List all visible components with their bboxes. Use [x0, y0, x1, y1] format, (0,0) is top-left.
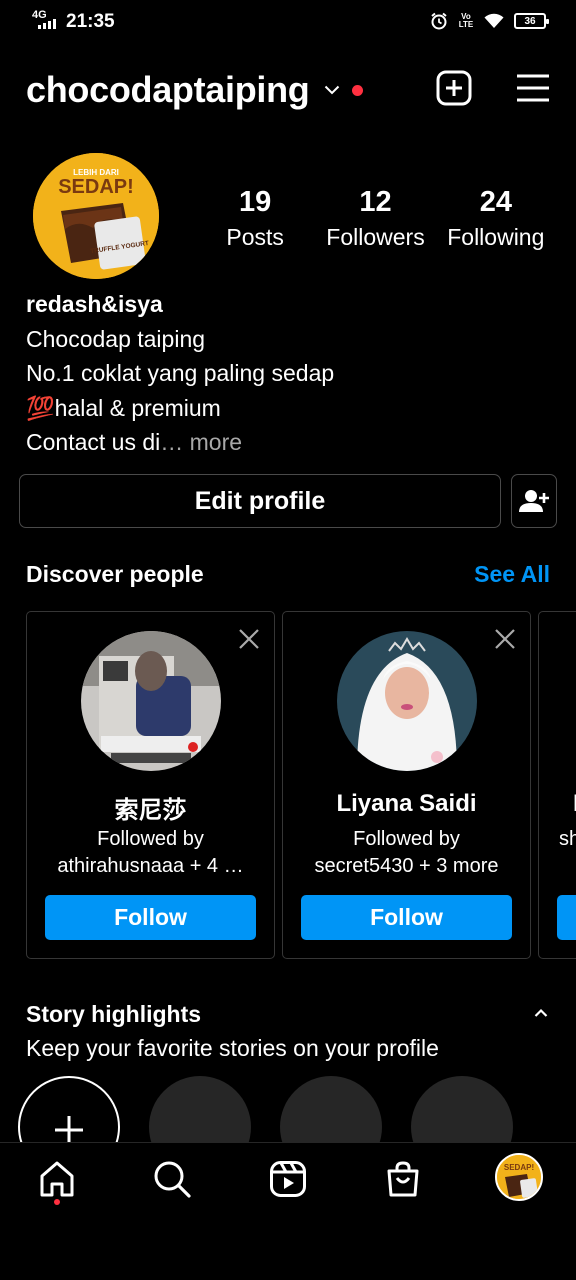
display-name: redash&isya — [26, 291, 163, 317]
close-icon[interactable] — [238, 628, 260, 655]
bottom-navigation — [0, 1142, 576, 1220]
profile-actions: Edit profile — [19, 474, 557, 528]
highlight-placeholder — [411, 1076, 513, 1142]
menu-icon[interactable] — [516, 73, 550, 108]
highlights-subtitle: Keep your favorite stories on your profi… — [26, 1035, 439, 1061]
edit-profile-button[interactable]: Edit profile — [19, 474, 501, 528]
stat-label: Posts — [226, 224, 284, 250]
stat-following[interactable]: 24 Following — [436, 184, 556, 254]
suggestion-mutuals: Followed by secret5430 + 3 more — [291, 826, 522, 880]
suggestion-name[interactable]: Liyana Saidi — [283, 790, 530, 818]
avatar-text-main: SEDAP! — [58, 176, 134, 198]
highlights-row — [18, 1076, 576, 1142]
suggestion-avatar[interactable] — [337, 631, 477, 771]
stat-value: 19 — [239, 186, 272, 218]
profile-header: chocodaptaiping — [26, 60, 550, 120]
follow-button[interactable] — [557, 895, 576, 940]
highlight-placeholder — [149, 1076, 251, 1142]
stat-label: Followers — [326, 224, 425, 250]
suggestion-name[interactable]: 索尼莎 — [27, 790, 274, 825]
story-highlights-header[interactable]: Story highlights Keep your favorite stor… — [26, 999, 550, 1065]
stat-value: 24 — [479, 186, 512, 218]
close-icon[interactable] — [494, 628, 516, 655]
shop-icon[interactable] — [383, 1159, 423, 1199]
profile-avatar[interactable]: SEDAP! — [495, 1153, 543, 1201]
bio-line: Chocodap taiping — [26, 325, 206, 352]
highlight-placeholder — [280, 1076, 382, 1142]
highlights-title: Story highlights — [26, 1001, 202, 1027]
reels-icon[interactable] — [268, 1159, 308, 1199]
suggested-people-carousel[interactable]: 索尼莎 Followed by athirahusnaaa + 4 … Foll… — [26, 611, 576, 959]
followed-by-users: sh — [559, 828, 576, 850]
followed-by-users: athirahusnaaa + 4 … — [57, 855, 244, 877]
create-post-icon[interactable] — [436, 70, 472, 111]
stat-label: Following — [447, 224, 545, 250]
alarm-icon — [431, 12, 447, 30]
discover-title: Discover people — [26, 561, 204, 587]
volte-icon: Vo LTE — [458, 12, 474, 29]
stat-value: 12 — [359, 186, 392, 218]
new-highlight-button[interactable] — [18, 1076, 120, 1142]
profile-avatar-large[interactable]: LEBIH DARI SEDAP! TRUFFLE YOGURT — [33, 153, 159, 279]
suggestion-card: I sh — [538, 611, 576, 959]
bio-line: 💯halal & premium — [26, 394, 221, 421]
battery-icon: 36 — [514, 13, 549, 29]
see-all-link[interactable]: See All — [474, 561, 550, 588]
bio-ellipsis: … — [160, 429, 184, 455]
profile-stats: 19 Posts 12 Followers 24 Following — [195, 184, 556, 254]
chevron-up-icon[interactable] — [534, 1005, 548, 1023]
home-icon[interactable] — [37, 1159, 77, 1199]
followed-by-label: Followed by — [97, 828, 204, 850]
suggestion-mutuals: sh — [559, 826, 576, 853]
profile-bio: redash&isya Chocodap taiping No.1 coklat… — [26, 287, 334, 460]
nav-avatar-text: SEDAP! — [504, 1163, 534, 1172]
bio-line-truncated: Contact us di… more — [26, 425, 334, 460]
bio-line: No.1 coklat yang paling sedap — [26, 360, 335, 386]
status-bar: 4G 21:35 Vo LTE 36 — [0, 0, 576, 44]
status-time: 21:35 — [66, 11, 115, 32]
search-icon[interactable] — [152, 1159, 192, 1199]
stat-followers[interactable]: 12 Followers — [315, 184, 435, 254]
followed-by-label: Followed by — [353, 828, 460, 850]
suggestion-card: Liyana Saidi Followed by secret5430 + 3 … — [282, 611, 531, 959]
wifi-icon — [484, 13, 504, 28]
account-username[interactable]: chocodaptaiping — [26, 69, 310, 111]
follow-button[interactable]: Follow — [301, 895, 512, 940]
home-notification-dot — [54, 1199, 60, 1205]
plus-icon — [55, 1116, 83, 1142]
suggestion-avatar[interactable] — [81, 631, 221, 771]
add-person-icon — [519, 490, 549, 512]
notification-dot — [351, 84, 363, 96]
stat-posts[interactable]: 19 Posts — [195, 184, 315, 254]
bio-line: Contact us di — [26, 429, 161, 455]
followed-by-users: secret5430 + 3 more — [314, 855, 499, 877]
battery-level: 36 — [524, 15, 536, 27]
signal-icon — [38, 19, 56, 29]
chevron-down-icon[interactable] — [324, 85, 340, 95]
suggestion-mutuals: Followed by athirahusnaaa + 4 … — [35, 826, 266, 880]
follow-button[interactable]: Follow — [45, 895, 256, 940]
suggestion-card: 索尼莎 Followed by athirahusnaaa + 4 … Foll… — [26, 611, 275, 959]
discover-header: Discover people See All — [26, 561, 550, 588]
discover-people-button[interactable] — [511, 474, 557, 528]
bio-more-link[interactable]: more — [190, 429, 242, 455]
